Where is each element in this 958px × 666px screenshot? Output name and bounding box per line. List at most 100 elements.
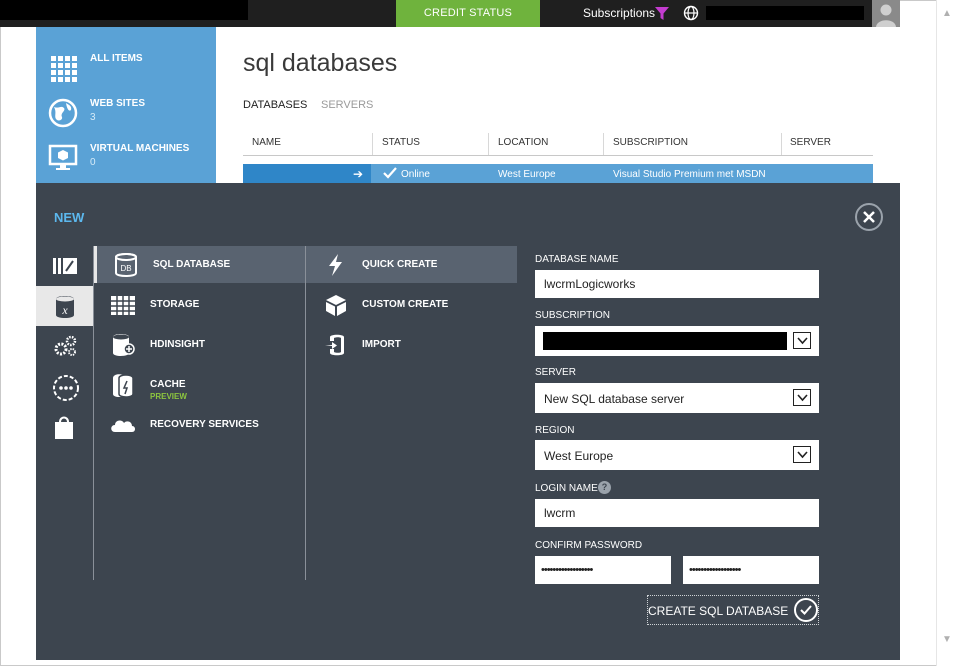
service-hdinsight[interactable]: HDINSIGHT: [94, 326, 306, 363]
region-label: REGION: [535, 425, 575, 436]
column-header-server[interactable]: SERVER: [790, 137, 831, 148]
sidebar-item-virtual-machines[interactable]: VIRTUAL MACHINES 0: [36, 137, 216, 181]
sidebar-item-web-sites[interactable]: WEB SITES 3: [36, 92, 216, 136]
server-select-value: New SQL database server: [544, 392, 685, 406]
filter-icon[interactable]: [654, 6, 670, 21]
category-compute[interactable]: [36, 246, 93, 286]
server-select[interactable]: New SQL database server: [535, 383, 819, 413]
hdinsight-icon: [113, 334, 135, 356]
vertical-scrollbar[interactable]: [936, 0, 958, 666]
close-button[interactable]: [855, 203, 883, 231]
region-select[interactable]: West Europe: [535, 440, 819, 470]
close-icon: [863, 211, 875, 223]
svg-text:DB: DB: [120, 264, 131, 273]
service-cache[interactable]: CACHE PREVIEW: [94, 366, 306, 403]
row-status: Online: [401, 169, 430, 180]
row-location: West Europe: [498, 169, 556, 180]
top-bar: CREDIT STATUS Subscriptions: [0, 0, 900, 27]
column-header-status[interactable]: STATUS: [382, 137, 420, 148]
column-divider: [488, 133, 489, 155]
scroll-up-icon[interactable]: ▲: [942, 8, 952, 19]
database-icon: DB: [115, 253, 137, 277]
category-store[interactable]: [36, 406, 93, 446]
help-icon[interactable]: ?: [598, 481, 611, 494]
credit-status-button[interactable]: CREDIT STATUS: [396, 0, 540, 27]
page-title: sql databases: [243, 49, 398, 77]
main-content: sql databases DATABASES SERVERS NAME STA…: [216, 27, 900, 183]
action-label: QUICK CREATE: [362, 259, 438, 270]
service-label: RECOVERY SERVICES: [150, 419, 259, 430]
data-services-icon: x: [56, 296, 74, 318]
confirm-password-input[interactable]: ••••••••••••••••••: [683, 556, 819, 584]
box-icon: [326, 295, 346, 316]
scroll-down-icon[interactable]: ▼: [942, 634, 952, 645]
portal-sidebar: ALL ITEMS WEB SITES 3 VIRTUAL MACHINES 0: [36, 27, 216, 183]
service-label: HDINSIGHT: [150, 339, 205, 350]
region-select-value: West Europe: [544, 449, 614, 463]
subscriptions-link[interactable]: Subscriptions: [583, 0, 655, 27]
category-network-services[interactable]: [36, 366, 93, 406]
action-quick-create[interactable]: QUICK CREATE: [306, 246, 517, 283]
storage-grid-icon: [111, 296, 135, 315]
column-divider: [603, 133, 604, 155]
service-label: STORAGE: [150, 299, 200, 310]
table-header: NAME STATUS LOCATION SUBSCRIPTION SERVER: [243, 130, 873, 156]
sidebar-item-all-items[interactable]: ALL ITEMS: [36, 47, 216, 91]
create-button-label: CREATE SQL DATABASE: [648, 604, 789, 618]
chevron-down-icon[interactable]: [793, 446, 811, 463]
tab-servers[interactable]: SERVERS: [321, 99, 373, 111]
column-header-subscription[interactable]: SUBSCRIPTION: [613, 137, 688, 148]
svg-text:x: x: [61, 303, 68, 317]
service-column: DB SQL DATABASE STORAGE HDINSIGHT CACHE …: [93, 246, 306, 580]
service-sql-database[interactable]: DB SQL DATABASE: [94, 246, 306, 283]
quick-create-form: DATABASE NAME SUBSCRIPTION SERVER New SQ…: [535, 246, 825, 636]
column-divider: [372, 133, 373, 155]
database-name-input[interactable]: [535, 270, 819, 298]
import-icon: [325, 334, 344, 356]
avatar[interactable]: [872, 0, 900, 27]
service-storage[interactable]: STORAGE: [94, 286, 306, 323]
category-app-services[interactable]: [36, 326, 93, 366]
service-recovery-services[interactable]: RECOVERY SERVICES: [94, 406, 306, 443]
confirm-password-label: CONFIRM PASSWORD: [535, 540, 643, 551]
sidebar-item-count: 0: [90, 157, 96, 168]
redacted-region: [0, 0, 248, 20]
globe-icon[interactable]: [683, 5, 699, 21]
chevron-down-icon[interactable]: [793, 332, 811, 349]
cloud-icon: [111, 420, 135, 432]
service-label: SQL DATABASE: [153, 259, 231, 270]
column-divider: [781, 133, 782, 155]
action-import[interactable]: IMPORT: [306, 326, 517, 363]
chevron-down-icon[interactable]: [793, 389, 811, 406]
column-header-location[interactable]: LOCATION: [498, 137, 548, 148]
action-custom-create[interactable]: CUSTOM CREATE: [306, 286, 517, 323]
checkmark-icon: [794, 598, 818, 622]
category-data-services[interactable]: x: [36, 286, 93, 326]
sidebar-item-count: 3: [90, 112, 96, 123]
cloud-services-icon: [53, 258, 77, 274]
table-row[interactable]: ➔ Online West Europe Visual Studio Premi…: [243, 164, 873, 183]
tab-databases[interactable]: DATABASES: [243, 99, 307, 111]
password-input[interactable]: ••••••••••••••••••: [535, 556, 671, 584]
monitor-icon: [48, 144, 78, 170]
row-arrow-icon[interactable]: ➔: [353, 167, 363, 181]
category-column: x: [36, 246, 93, 580]
action-label: CUSTOM CREATE: [362, 299, 449, 310]
cache-icon: [113, 374, 134, 398]
gears-icon: [54, 335, 77, 356]
sidebar-item-label: ALL ITEMS: [90, 53, 143, 64]
redacted-subscription: [543, 332, 787, 350]
subscription-label: SUBSCRIPTION: [535, 310, 611, 321]
column-header-name[interactable]: NAME: [252, 137, 281, 148]
redacted-database-name: [243, 164, 371, 183]
globe-icon: [48, 98, 78, 128]
drawer-title: NEW: [54, 210, 85, 225]
login-name-label: LOGIN NAME: [535, 483, 598, 494]
action-column: QUICK CREATE CUSTOM CREATE IMPORT: [305, 246, 517, 580]
redacted-user-name: [706, 6, 864, 20]
subscription-select[interactable]: [535, 326, 819, 356]
login-name-input[interactable]: [535, 499, 819, 527]
preview-badge: PREVIEW: [150, 392, 187, 401]
create-sql-database-button[interactable]: CREATE SQL DATABASE: [647, 595, 819, 625]
service-label: CACHE: [150, 379, 186, 390]
